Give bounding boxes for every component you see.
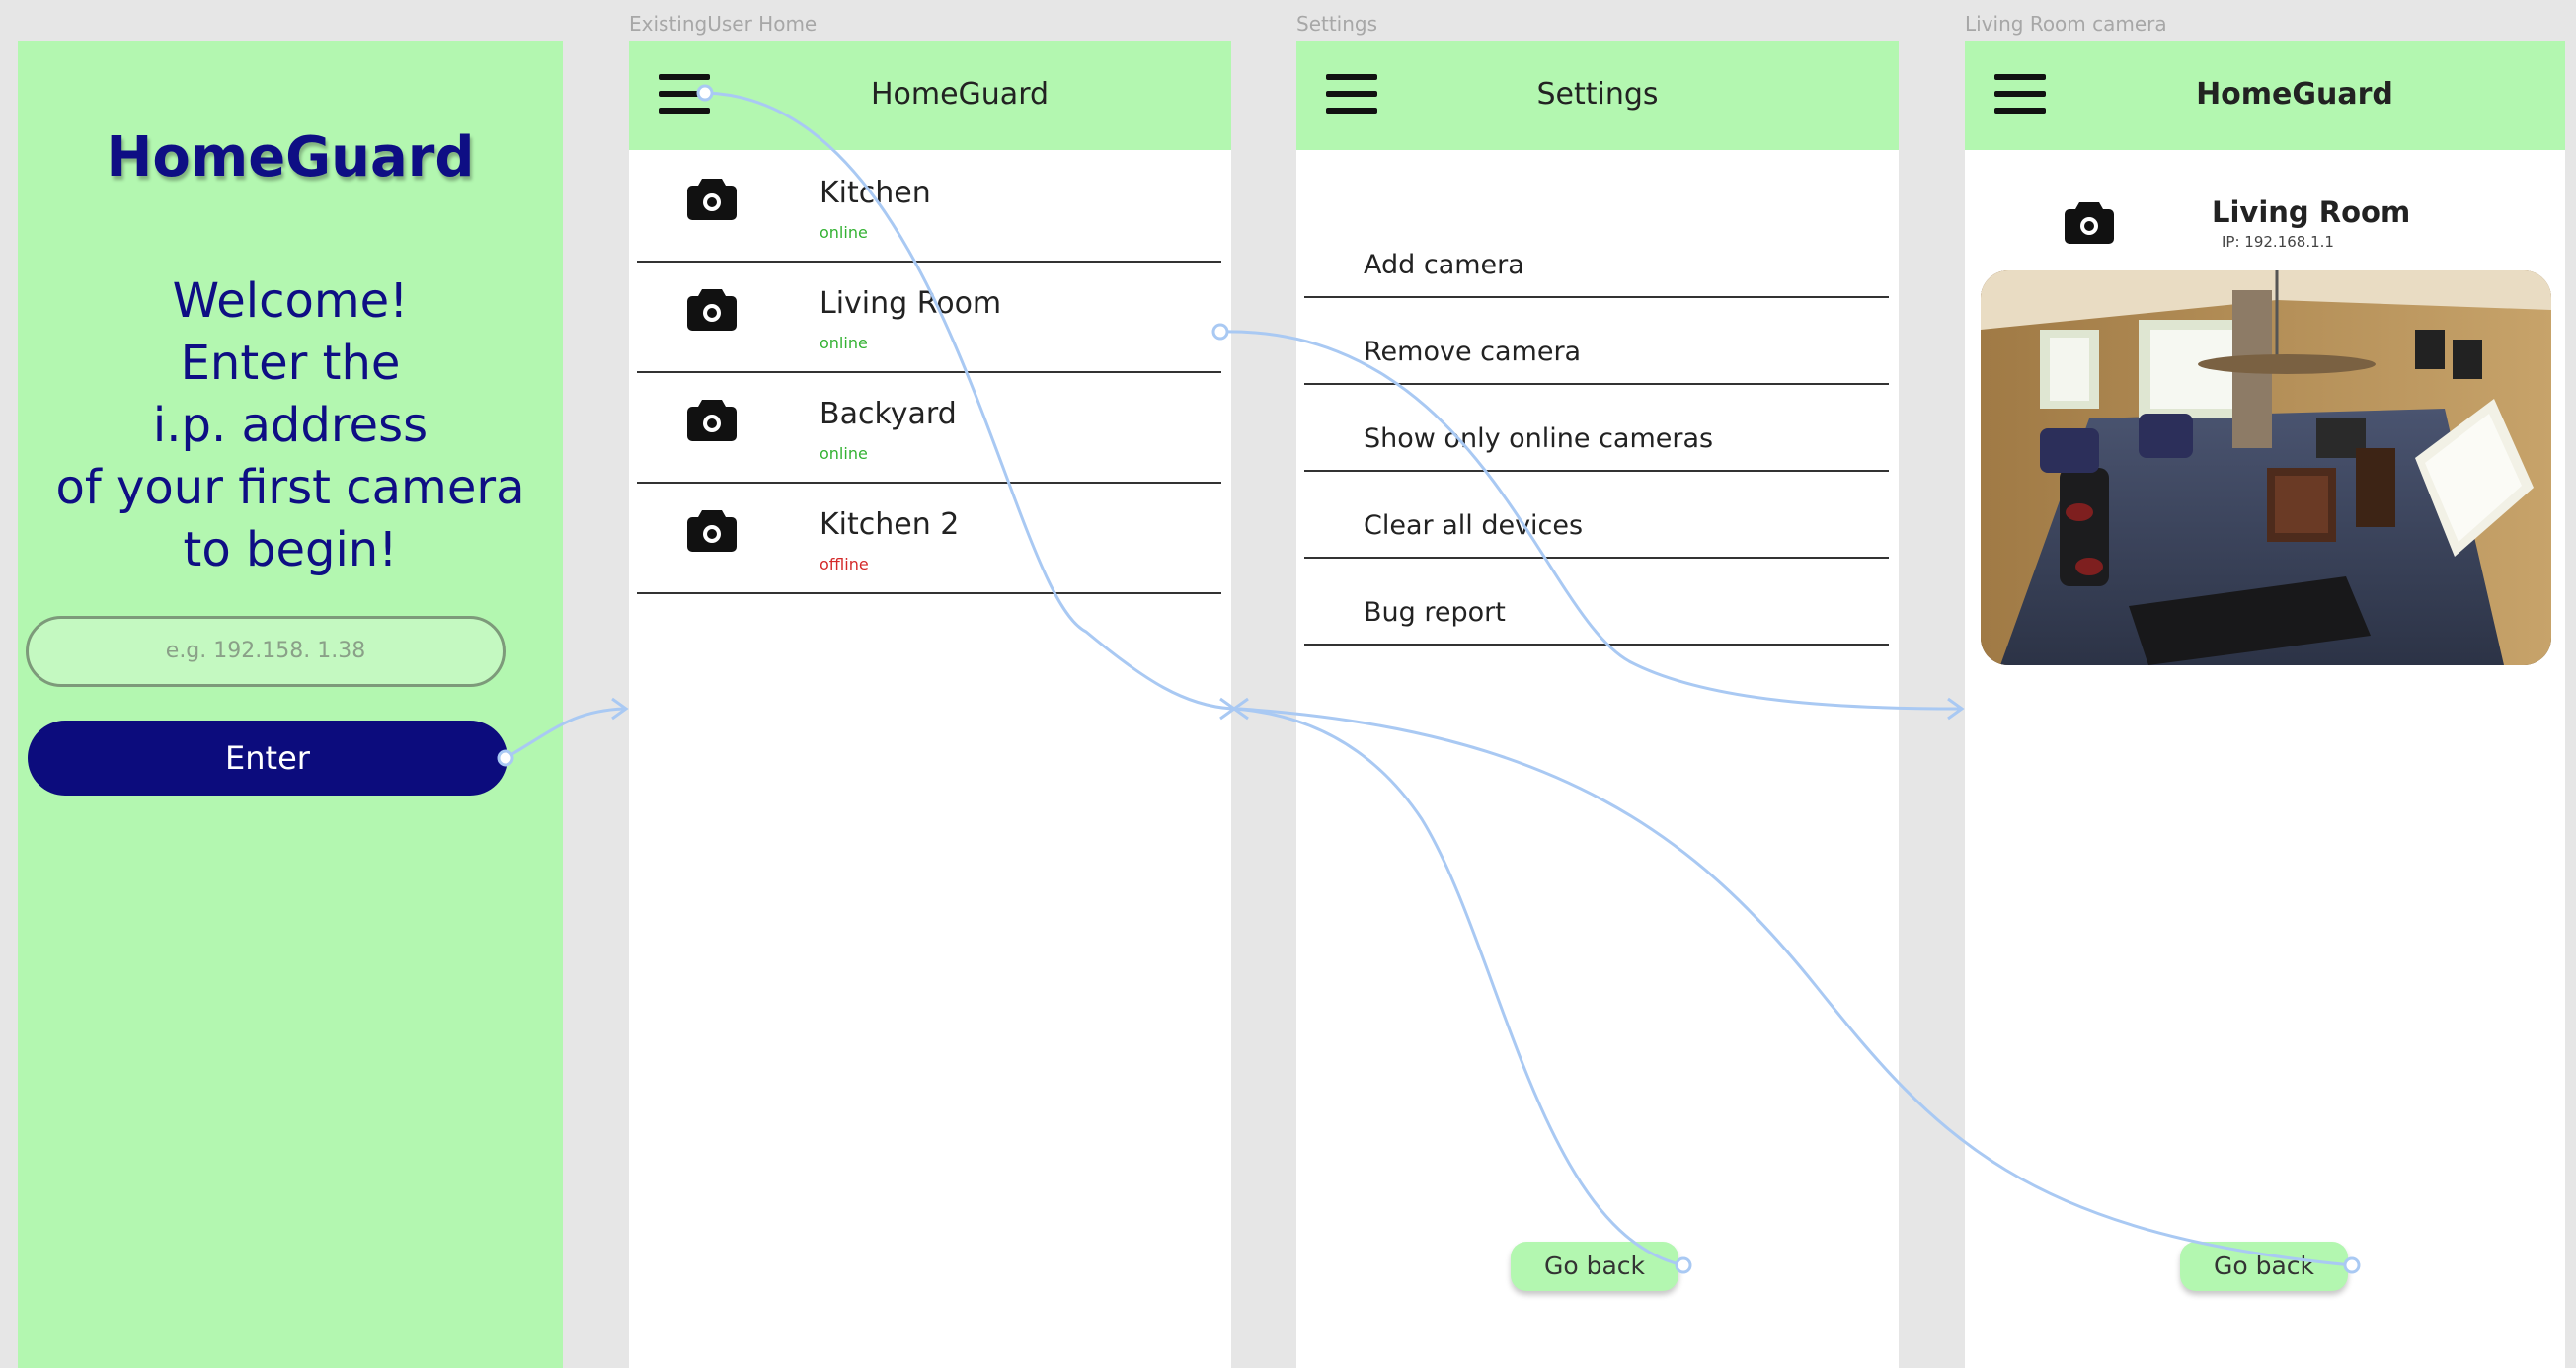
welcome-message: Welcome! Enter the i.p. address of your … [18, 270, 563, 581]
settings-remove-camera[interactable]: Remove camera [1304, 298, 1889, 385]
camera-item-backyard[interactable]: Backyard online [637, 373, 1221, 484]
camera-icon [687, 289, 737, 331]
app-header: Settings [1296, 41, 1899, 150]
camera-icon [687, 400, 737, 441]
camera-item-kitchen[interactable]: Kitchen online [637, 152, 1221, 263]
camera-view-screen: HomeGuard Living Room IP: 192.168.1.1 Go… [1965, 41, 2565, 1368]
enter-button[interactable]: Enter [28, 721, 507, 796]
frame-label-home: ExistingUser Home [629, 12, 818, 36]
welcome-line: of your first camera [55, 460, 525, 515]
settings-item-label: Clear all devices [1364, 510, 1584, 541]
header-title: HomeGuard [2196, 77, 2393, 112]
frame-label-settings: Settings [1296, 12, 1378, 36]
camera-view-ip: IP: 192.168.1.1 [2222, 233, 2334, 251]
welcome-line: Welcome! [172, 273, 409, 329]
camera-item-living-room[interactable]: Living Room online [637, 263, 1221, 373]
app-header: HomeGuard [629, 41, 1231, 150]
welcome-line: i.p. address [152, 398, 429, 453]
flow-arrow-settings-back [1231, 697, 1249, 721]
app-header: HomeGuard [1965, 41, 2565, 150]
camera-status: offline [820, 555, 869, 573]
flow-arrow-camera [1947, 697, 1965, 721]
settings-item-label: Bug report [1364, 597, 1506, 628]
settings-item-label: Add camera [1364, 250, 1524, 280]
camera-name: Kitchen [820, 176, 931, 210]
ip-address-input[interactable]: e.g. 192.158. 1.38 [26, 616, 506, 687]
camera-status: online [820, 223, 868, 242]
camera-name: Living Room [820, 286, 1002, 321]
header-title: HomeGuard [870, 77, 1050, 112]
settings-add-camera[interactable]: Add camera [1304, 211, 1889, 298]
welcome-screen: HomeGuard Welcome! Enter the i.p. addres… [18, 41, 563, 1368]
home-screen: HomeGuard Kitchen online Living Room onl… [629, 41, 1231, 1368]
flow-arrow-home [611, 697, 629, 721]
camera-item-kitchen-2[interactable]: Kitchen 2 offline [637, 484, 1221, 594]
settings-show-online[interactable]: Show only online cameras [1304, 385, 1889, 472]
go-back-button[interactable]: Go back [1511, 1242, 1678, 1291]
settings-item-label: Remove camera [1364, 337, 1582, 367]
brand-title: HomeGuard [106, 125, 475, 190]
settings-screen: Settings Add camera Remove camera Show o… [1296, 41, 1899, 1368]
settings-item-label: Show only online cameras [1364, 423, 1714, 454]
camera-status: online [820, 334, 868, 352]
welcome-line: to begin! [183, 522, 398, 577]
camera-name: Backyard [820, 397, 957, 431]
welcome-line: Enter the [180, 336, 401, 391]
camera-view-name: Living Room [2212, 195, 2411, 229]
go-back-button[interactable]: Go back [2180, 1242, 2348, 1291]
frame-label-camera: Living Room camera [1965, 12, 2167, 36]
header-title: Settings [1536, 77, 1659, 112]
camera-feed-image [1981, 270, 2551, 665]
camera-name: Kitchen 2 [820, 507, 960, 542]
camera-status: online [820, 444, 868, 463]
settings-bug-report[interactable]: Bug report [1304, 559, 1889, 646]
camera-icon [2065, 202, 2114, 244]
living-room-feed-illustration [1981, 270, 2551, 665]
settings-clear-devices[interactable]: Clear all devices [1304, 472, 1889, 559]
camera-icon [687, 179, 737, 220]
camera-icon [687, 510, 737, 552]
